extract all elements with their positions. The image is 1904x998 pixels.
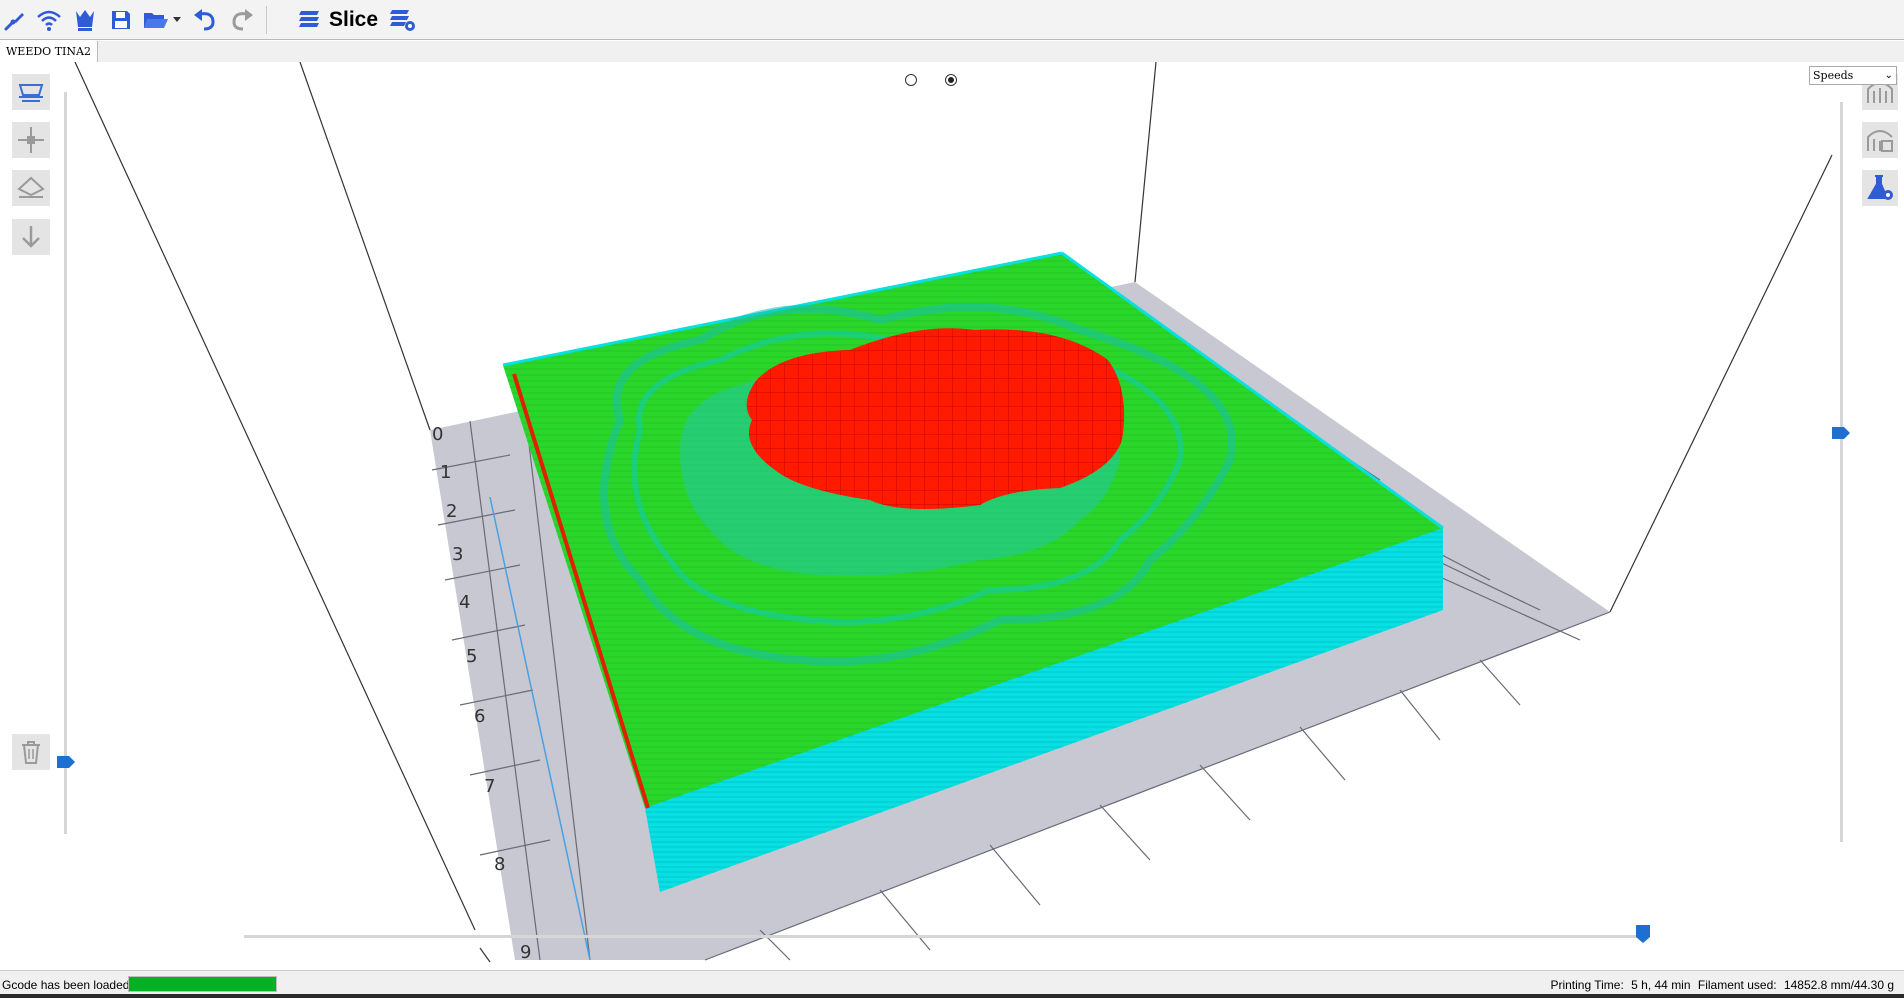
taskbar-edge [0, 994, 1904, 998]
bed-ruler-number: 0 [432, 424, 443, 445]
undo-icon[interactable] [190, 5, 220, 35]
open-folder-icon[interactable] [141, 5, 171, 35]
bed-ruler-number: 3 [452, 544, 463, 565]
redo-icon[interactable] [227, 5, 257, 35]
drop-to-bed-icon[interactable] [12, 219, 50, 255]
right-layer-slider-track[interactable] [1840, 102, 1843, 842]
filament-label: Filament used: [1697, 978, 1777, 992]
move-slider-handle[interactable] [1636, 925, 1650, 943]
wifi-icon[interactable] [34, 5, 64, 35]
trash-icon[interactable] [12, 734, 50, 770]
bed-ruler-number: 8 [494, 854, 505, 875]
color-scheme-select[interactable]: Speeds ⌄ [1809, 66, 1897, 85]
filament-value: 14852.8 mm/44.30 g [1783, 978, 1894, 992]
right-layer-slider-handle[interactable] [1832, 426, 1850, 439]
plugins-icon[interactable] [70, 5, 100, 35]
tab-weedo-tina2[interactable]: WEEDO TINA2 [0, 41, 98, 62]
flask-settings-icon[interactable] [1862, 170, 1898, 206]
color-scheme-value: Speeds [1813, 69, 1854, 82]
slice-button[interactable]: Slice [329, 8, 378, 32]
move-slider-track[interactable] [244, 935, 1644, 938]
view-mode-radio-2[interactable] [945, 74, 957, 86]
left-layer-slider-track[interactable] [64, 92, 67, 834]
chevron-down-icon: ⌄ [1884, 70, 1893, 81]
bed-ruler-number: 5 [466, 646, 477, 667]
remove-support-icon[interactable] [1862, 122, 1898, 158]
load-progress-bar [128, 976, 277, 992]
open-dropdown-icon[interactable] [170, 5, 184, 35]
view-mode-radio-1[interactable] [905, 74, 917, 86]
toolbar-separator [266, 6, 267, 34]
3d-viewport[interactable]: 0 1 2 3 4 5 6 7 8 9 [0, 62, 1904, 970]
slice-icon[interactable] [294, 5, 324, 35]
load-progress-fill [129, 977, 276, 991]
scene-canvas: 0 1 2 3 4 5 6 7 8 9 [74, 62, 1833, 963]
bed-ruler-number: 1 [440, 462, 451, 483]
print-summary: Printing Time: 5 h, 44 min Filament used… [1546, 978, 1894, 992]
save-icon[interactable] [106, 5, 136, 35]
bed-ruler-number: 2 [446, 501, 457, 522]
main-toolbar: Slice [0, 0, 1904, 40]
status-message: Gcode has been loaded [2, 978, 130, 992]
rotate-view-icon[interactable] [12, 74, 50, 110]
bed-ruler-number: 7 [484, 776, 495, 797]
bed-ruler-number: 4 [459, 592, 470, 613]
slice-settings-icon[interactable] [388, 5, 418, 35]
printing-time-value: 5 h, 44 min [1631, 978, 1691, 992]
bed-ruler-number: 6 [474, 706, 485, 727]
connect-icon[interactable] [0, 5, 30, 35]
document-tabbar: WEEDO TINA2 [0, 41, 1904, 63]
left-layer-slider-handle[interactable] [57, 755, 75, 768]
bed-ruler-number: 9 [520, 942, 531, 963]
move-icon[interactable] [12, 122, 50, 158]
lay-flat-icon[interactable] [12, 170, 50, 206]
printing-time-label: Printing Time: [1550, 978, 1624, 992]
